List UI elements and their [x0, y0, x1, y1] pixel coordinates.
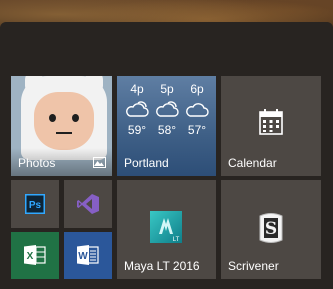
- visual-studio-icon: [77, 194, 99, 214]
- weather-tile[interactable]: 4p 59° 5p 58° 6p 57° Portland: [117, 76, 216, 176]
- forecast-time: 6p: [190, 82, 204, 96]
- visual-studio-tile[interactable]: [64, 180, 112, 228]
- maya-lt-tile[interactable]: LT Maya LT 2016: [117, 180, 216, 279]
- maya-icon-text: LT: [173, 237, 180, 243]
- cloud-sun-icon: [156, 101, 179, 117]
- word-icon: W: [77, 245, 99, 265]
- forecast-hour-3: 6p 57°: [183, 82, 211, 137]
- photos-tile[interactable]: Photos: [11, 76, 112, 176]
- excel-tile[interactable]: X: [11, 232, 59, 279]
- forecast-time: 4p: [130, 82, 144, 96]
- word-icon-text: W: [78, 251, 88, 262]
- scrivener-icon: S: [259, 213, 283, 243]
- forecast-temp: 59°: [127, 123, 147, 137]
- calendar-tile[interactable]: Calendar: [221, 76, 321, 176]
- forecast-hour-2: 5p 58°: [153, 82, 181, 137]
- excel-icon-text: X: [27, 251, 34, 262]
- excel-icon: X: [24, 245, 46, 265]
- scrivener-label: Scrivener: [228, 259, 279, 273]
- word-tile[interactable]: W: [64, 232, 112, 279]
- forecast-temp: 57°: [187, 123, 207, 137]
- forecast-hour-1: 4p 59°: [123, 82, 151, 137]
- forecast-temp: 58°: [157, 123, 177, 137]
- photos-label: Photos: [18, 156, 56, 170]
- cloud-sun-icon: [126, 101, 149, 117]
- scrivener-tile[interactable]: S Scrivener: [221, 180, 321, 279]
- forecast-time: 5p: [160, 82, 174, 96]
- maya-lt-icon: LT: [150, 211, 182, 243]
- photos-icon: [93, 157, 106, 168]
- maya-lt-label: Maya LT 2016: [124, 259, 200, 273]
- cloud-icon: [186, 103, 209, 117]
- photoshop-icon: Ps: [25, 194, 45, 214]
- weather-location-label: Portland: [124, 156, 169, 170]
- photoshop-icon-text: Ps: [29, 200, 42, 211]
- calendar-label: Calendar: [228, 156, 277, 170]
- scrivener-icon-text: S: [265, 219, 277, 239]
- photoshop-tile[interactable]: Ps: [11, 180, 59, 228]
- calendar-icon: [259, 109, 283, 135]
